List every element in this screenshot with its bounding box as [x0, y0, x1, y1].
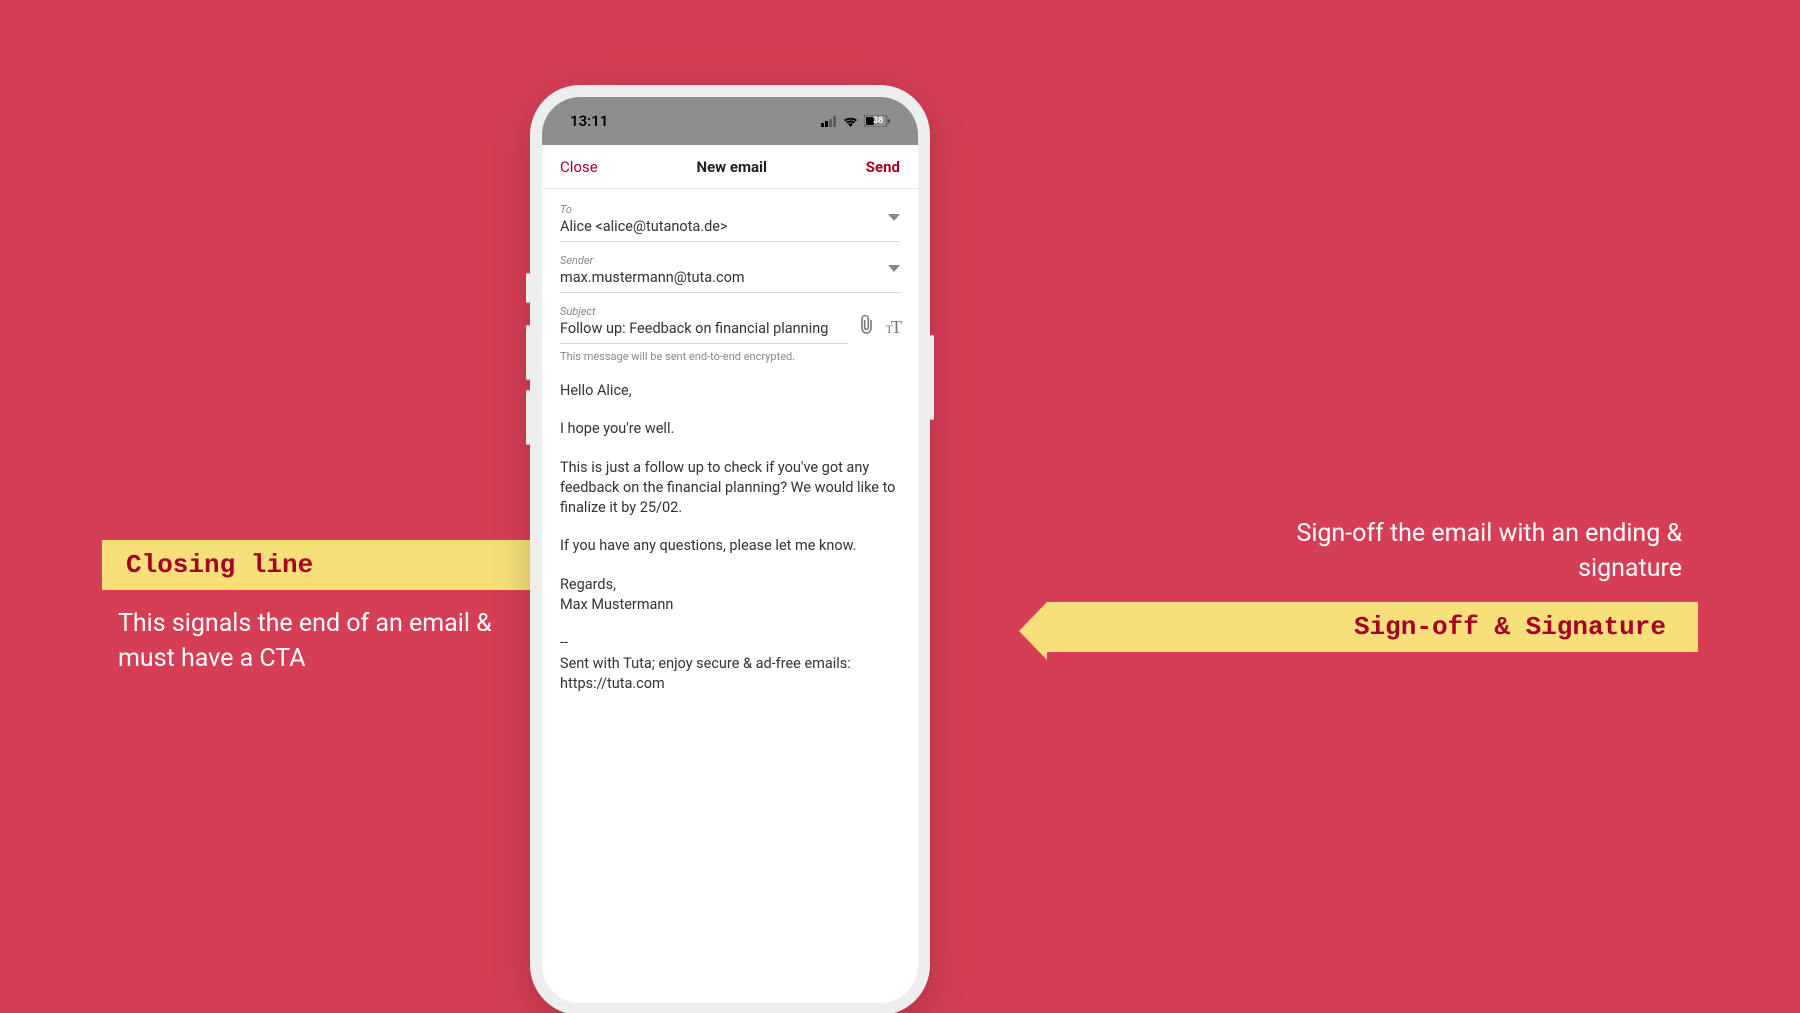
to-label: To — [560, 203, 900, 216]
callout-title: Sign-off & Signature — [1354, 612, 1666, 642]
wifi-icon — [843, 116, 858, 127]
battery-icon: 38 — [864, 115, 890, 127]
sender-field[interactable]: Sender max.mustermann@tuta.com — [560, 246, 900, 293]
body-greeting: Hello Alice, — [560, 381, 900, 401]
subject-value: Follow up: Feedback on financial plannin… — [560, 320, 848, 343]
to-field[interactable]: To Alice <alice@tutanota.de> — [560, 195, 900, 242]
chevron-down-icon[interactable] — [888, 258, 900, 277]
to-value: Alice <alice@tutanota.de> — [560, 218, 900, 241]
subject-row: Subject Follow up: Feedback on financial… — [560, 297, 900, 344]
phone-frame: 13:11 38 Close — [530, 85, 930, 1013]
status-time: 13:11 — [570, 112, 608, 130]
phone-side-button — [526, 325, 530, 380]
sender-value: max.mustermann@tuta.com — [560, 269, 900, 292]
phone-side-button — [526, 273, 530, 303]
body-paragraph: This is just a follow up to check if you… — [560, 458, 900, 519]
chevron-down-icon[interactable] — [888, 207, 900, 226]
subject-field[interactable]: Subject Follow up: Feedback on financial… — [560, 297, 848, 344]
compose-content: To Alice <alice@tutanota.de> Sender max.… — [542, 189, 918, 694]
callout-title: Closing line — [126, 550, 313, 580]
header-title: New email — [696, 158, 767, 176]
status-indicators: 38 — [821, 115, 890, 127]
body-closing-line: If you have any questions, please let me… — [560, 536, 900, 556]
subject-label: Subject — [560, 305, 848, 318]
callout-signoff: Sign-off & Signature — [1047, 602, 1698, 652]
phone-screen: 13:11 38 Close — [542, 97, 918, 1003]
cellular-icon — [821, 116, 837, 127]
battery-percent: 38 — [873, 116, 883, 126]
sender-label: Sender — [560, 254, 900, 267]
status-bar: 13:11 38 — [542, 97, 918, 145]
encryption-note: This message will be sent end-to-end enc… — [560, 350, 900, 363]
close-button[interactable]: Close — [560, 158, 598, 176]
body-signoff: Regards, Max Mustermann — [560, 575, 900, 616]
body-line: I hope you're well. — [560, 419, 900, 439]
caption-signoff: Sign-off the email with an ending & sign… — [1282, 516, 1682, 586]
compose-header: Close New email Send — [542, 145, 918, 189]
send-button[interactable]: Send — [866, 158, 900, 176]
email-body[interactable]: Hello Alice, I hope you're well. This is… — [560, 381, 900, 694]
caption-closing-line: This signals the end of an email & must … — [118, 606, 518, 676]
attachment-icon[interactable] — [858, 314, 876, 344]
callout-closing-line: Closing line — [102, 540, 552, 590]
phone-side-button — [526, 390, 530, 445]
body-signature: -- Sent with Tuta; enjoy secure & ad-fre… — [560, 633, 900, 694]
text-format-icon[interactable]: TT — [886, 317, 900, 344]
phone-side-button — [930, 335, 934, 420]
